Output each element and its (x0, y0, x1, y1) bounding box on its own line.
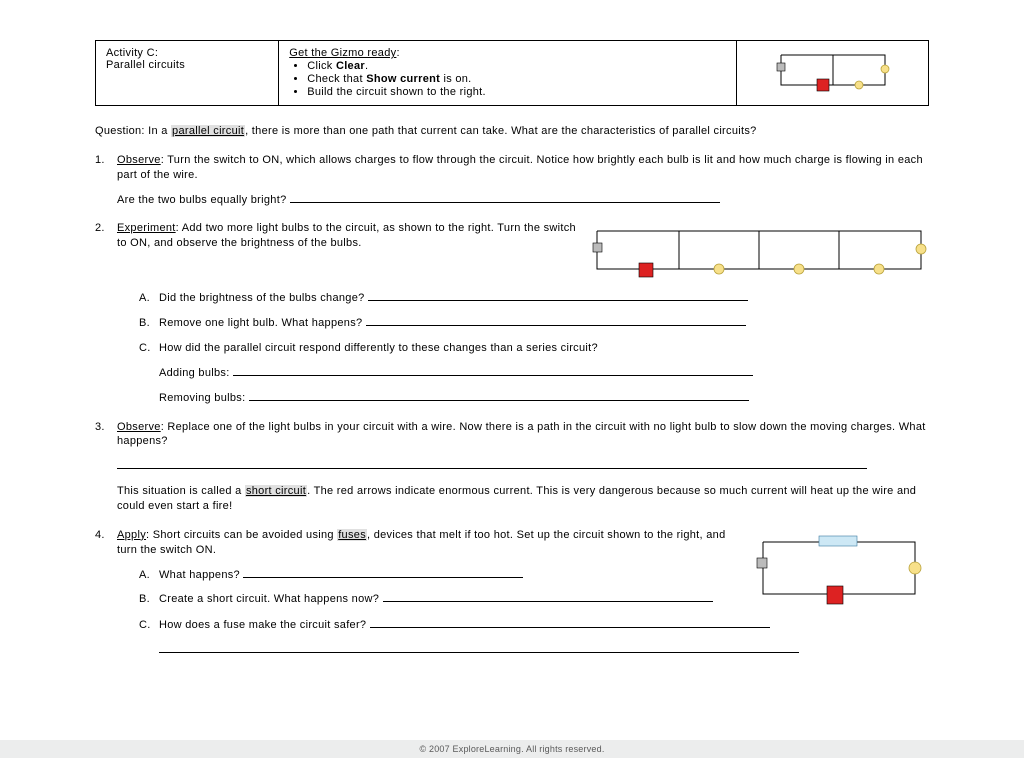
answer-blank[interactable] (368, 291, 748, 301)
q2c: C. How did the parallel circuit respond … (139, 341, 929, 406)
gizmo-step: Check that Show current is on. (307, 73, 726, 85)
q3-explain: This situation is called a short circuit… (117, 484, 929, 514)
activity-label: Activity C: (106, 47, 268, 59)
activity-name: Parallel circuits (106, 59, 268, 71)
answer-blank[interactable] (249, 391, 749, 401)
term-short-circuit: short circuit (245, 485, 307, 497)
answer-blank[interactable] (233, 366, 753, 376)
gizmo-cell: Get the Gizmo ready: Click Clear. Check … (279, 41, 737, 106)
answer-blank[interactable] (159, 643, 799, 653)
gizmo-steps: Click Clear. Check that Show current is … (307, 60, 726, 98)
answer-blank[interactable] (383, 592, 713, 602)
circuit-thumb-cell (737, 41, 929, 106)
footer-copyright: © 2007 ExploreLearning. All rights reser… (0, 740, 1024, 758)
q2b: B. Remove one light bulb. What happens? (139, 316, 929, 331)
question-1: 1. Observe: Turn the switch to ON, which… (95, 153, 929, 208)
gizmo-step: Build the circuit shown to the right. (307, 86, 726, 98)
gizmo-step: Click Clear. (307, 60, 726, 72)
q4a: A. What happens? (139, 568, 929, 583)
q4c: C. How does a fuse make the circuit safe… (139, 618, 929, 658)
main-question: Question: In a parallel circuit, there i… (95, 124, 929, 139)
term-parallel-circuit: parallel circuit (171, 125, 245, 137)
header-table: Activity C: Parallel circuits Get the Gi… (95, 40, 929, 106)
question-4: 4. Apply: Short circuits can be avoided … (95, 528, 929, 658)
parallel-4bulb-icon (589, 221, 929, 281)
answer-blank[interactable] (370, 618, 770, 628)
q2a: A. Did the brightness of the bulbs chang… (139, 291, 929, 306)
question-2: 2. Experiment: Add two more light bulbs … (95, 221, 929, 405)
activity-cell: Activity C: Parallel circuits (96, 41, 279, 106)
gizmo-heading: Get the Gizmo ready: (289, 47, 726, 59)
answer-blank[interactable] (243, 568, 523, 578)
term-fuses: fuses (337, 529, 367, 541)
parallel-circuit-icon (773, 47, 893, 93)
answer-blank[interactable] (117, 459, 867, 469)
q4b: B. Create a short circuit. What happens … (139, 592, 929, 607)
answer-blank[interactable] (290, 193, 720, 203)
worksheet-page: Activity C: Parallel circuits Get the Gi… (0, 0, 1024, 692)
question-3: 3. Observe: Replace one of the light bul… (95, 420, 929, 514)
answer-blank[interactable] (366, 316, 746, 326)
q1-prompt: Are the two bulbs equally bright? (117, 193, 929, 208)
